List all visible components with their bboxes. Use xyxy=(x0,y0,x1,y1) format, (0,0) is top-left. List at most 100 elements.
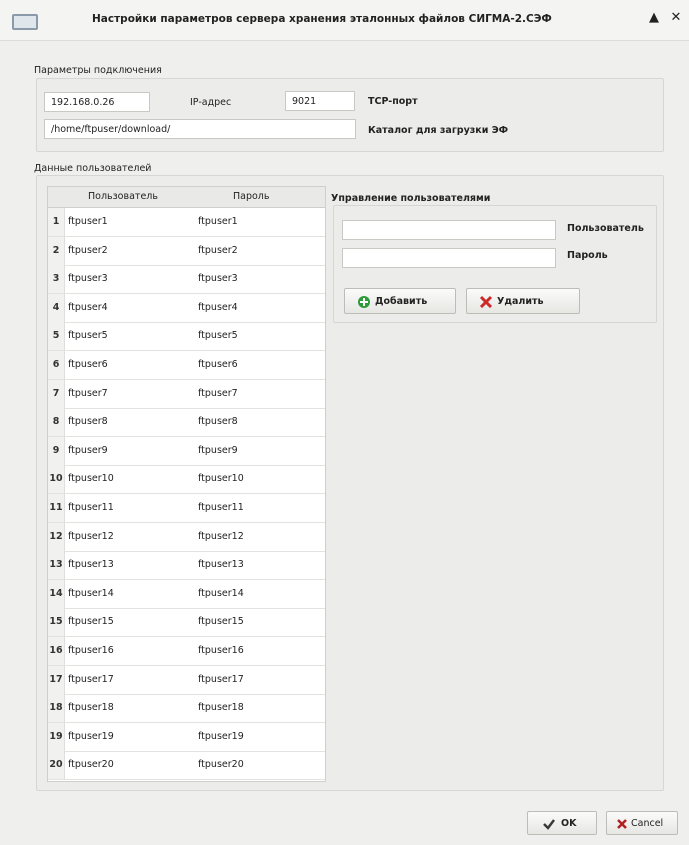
user-cell[interactable]: ftpuser3 xyxy=(68,265,108,293)
row-number: 14 xyxy=(48,579,65,608)
table-row[interactable]: 14 ftpuser14 ftpuser14 xyxy=(48,579,325,609)
connection-panel: 192.168.0.26 IP-адрес 9021 TCP-порт /hom… xyxy=(36,78,664,152)
password-cell[interactable]: ftpuser7 xyxy=(198,380,238,408)
password-cell[interactable]: ftpuser18 xyxy=(198,694,244,722)
ip-address-label: IP-адрес xyxy=(190,97,232,108)
password-cell[interactable]: ftpuser10 xyxy=(198,465,244,493)
row-number: 3 xyxy=(48,265,65,294)
password-cell[interactable]: ftpuser5 xyxy=(198,322,238,350)
table-row[interactable]: 1 ftpuser1 ftpuser1 xyxy=(48,208,325,237)
user-cell[interactable]: ftpuser1 xyxy=(68,208,108,236)
row-number: 19 xyxy=(48,722,65,751)
delete-user-button[interactable]: Удалить xyxy=(466,288,580,314)
add-user-label: Добавить xyxy=(375,296,428,307)
password-cell[interactable]: ftpuser19 xyxy=(198,723,244,751)
table-row[interactable]: 6 ftpuser6 ftpuser6 xyxy=(48,351,325,380)
cancel-label: Cancel xyxy=(631,818,664,829)
user-cell[interactable]: ftpuser11 xyxy=(68,494,114,522)
table-row[interactable]: 16 ftpuser16 ftpuser16 xyxy=(48,637,325,666)
password-cell[interactable]: ftpuser11 xyxy=(198,494,244,522)
password-cell[interactable]: ftpuser9 xyxy=(198,437,238,465)
password-cell[interactable]: ftpuser8 xyxy=(198,408,238,436)
column-header-user[interactable]: Пользователь xyxy=(88,191,158,202)
add-user-button[interactable]: Добавить xyxy=(344,288,456,314)
close-icon[interactable]: ✕ xyxy=(667,9,685,27)
settings-window: Настройки параметров сервера хранения эт… xyxy=(0,0,689,845)
password-cell[interactable]: ftpuser15 xyxy=(198,608,244,636)
user-cell[interactable]: ftpuser9 xyxy=(68,437,108,465)
cancel-button[interactable]: Cancel xyxy=(606,811,678,835)
password-cell[interactable]: ftpuser20 xyxy=(198,751,244,779)
table-row[interactable]: 11 ftpuser11 ftpuser11 xyxy=(48,494,325,523)
table-row[interactable]: 15 ftpuser15 ftpuser15 xyxy=(48,608,325,638)
table-row[interactable]: 13 ftpuser13 ftpuser13 xyxy=(48,551,325,581)
row-number: 4 xyxy=(48,293,65,322)
password-cell[interactable]: ftpuser4 xyxy=(198,294,238,322)
user-cell[interactable]: ftpuser5 xyxy=(68,322,108,350)
table-row[interactable]: 8 ftpuser8 ftpuser8 xyxy=(48,408,325,438)
table-row[interactable]: 3 ftpuser3 ftpuser3 xyxy=(48,265,325,295)
user-cell[interactable]: ftpuser19 xyxy=(68,723,114,751)
table-row[interactable]: 10 ftpuser10 ftpuser10 xyxy=(48,465,325,495)
row-number: 18 xyxy=(48,694,65,723)
password-cell[interactable]: ftpuser2 xyxy=(198,237,238,265)
new-password-input[interactable] xyxy=(342,248,556,268)
user-cell[interactable]: ftpuser6 xyxy=(68,351,108,379)
user-cell[interactable]: ftpuser13 xyxy=(68,551,114,579)
password-cell[interactable]: ftpuser3 xyxy=(198,265,238,293)
user-cell[interactable]: ftpuser14 xyxy=(68,580,114,608)
user-cell[interactable]: ftpuser20 xyxy=(68,751,114,779)
table-row[interactable]: 2 ftpuser2 ftpuser2 xyxy=(48,236,325,266)
minimize-icon[interactable]: ▲ xyxy=(645,9,663,27)
table-header: Пользователь Пароль xyxy=(48,187,325,208)
management-group-label: Управление пользователями xyxy=(331,193,491,204)
ok-check-icon xyxy=(543,819,555,830)
user-cell[interactable]: ftpuser2 xyxy=(68,237,108,265)
tcp-port-field[interactable]: 9021 xyxy=(285,91,355,111)
password-cell[interactable]: ftpuser17 xyxy=(198,666,244,694)
row-number: 8 xyxy=(48,408,65,437)
row-number: 5 xyxy=(48,322,65,351)
user-cell[interactable]: ftpuser10 xyxy=(68,465,114,493)
user-cell[interactable]: ftpuser4 xyxy=(68,294,108,322)
row-number: 20 xyxy=(48,751,65,780)
table-row[interactable]: 5 ftpuser5 ftpuser5 xyxy=(48,322,325,352)
row-number: 17 xyxy=(48,665,65,694)
user-cell[interactable]: ftpuser16 xyxy=(68,637,114,665)
row-number: 9 xyxy=(48,436,65,465)
user-cell[interactable]: ftpuser18 xyxy=(68,694,114,722)
column-header-password[interactable]: Пароль xyxy=(233,191,269,202)
user-cell[interactable]: ftpuser8 xyxy=(68,408,108,436)
row-number: 12 xyxy=(48,522,65,551)
row-number: 6 xyxy=(48,351,65,379)
title-bar: Настройки параметров сервера хранения эт… xyxy=(0,0,689,41)
new-user-input[interactable] xyxy=(342,220,556,240)
table-row[interactable]: 12 ftpuser12 ftpuser12 xyxy=(48,522,325,552)
cancel-icon xyxy=(617,819,627,829)
window-title: Настройки параметров сервера хранения эт… xyxy=(92,13,552,25)
tcp-port-label: TCP-порт xyxy=(368,96,418,107)
table-row[interactable]: 17 ftpuser17 ftpuser17 xyxy=(48,665,325,695)
password-cell[interactable]: ftpuser13 xyxy=(198,551,244,579)
password-cell[interactable]: ftpuser16 xyxy=(198,637,244,665)
ip-address-field[interactable]: 192.168.0.26 xyxy=(44,92,150,112)
table-row[interactable]: 20 ftpuser20 ftpuser20 xyxy=(48,751,325,781)
row-number: 15 xyxy=(48,608,65,637)
user-cell[interactable]: ftpuser7 xyxy=(68,380,108,408)
ok-button[interactable]: OK xyxy=(527,811,597,835)
table-row[interactable]: 4 ftpuser4 ftpuser4 xyxy=(48,293,325,323)
table-row[interactable]: 7 ftpuser7 ftpuser7 xyxy=(48,379,325,409)
new-user-label: Пользователь xyxy=(567,223,644,234)
table-row[interactable]: 9 ftpuser9 ftpuser9 xyxy=(48,436,325,466)
user-cell[interactable]: ftpuser15 xyxy=(68,608,114,636)
user-cell[interactable]: ftpuser12 xyxy=(68,523,114,551)
password-cell[interactable]: ftpuser14 xyxy=(198,580,244,608)
password-cell[interactable]: ftpuser6 xyxy=(198,351,238,379)
download-dir-field[interactable]: /home/ftpuser/download/ xyxy=(44,119,356,139)
password-cell[interactable]: ftpuser1 xyxy=(198,208,238,236)
table-row[interactable]: 18 ftpuser18 ftpuser18 xyxy=(48,694,325,724)
window-icon xyxy=(12,14,38,30)
password-cell[interactable]: ftpuser12 xyxy=(198,523,244,551)
user-cell[interactable]: ftpuser17 xyxy=(68,666,114,694)
table-row[interactable]: 19 ftpuser19 ftpuser19 xyxy=(48,722,325,752)
